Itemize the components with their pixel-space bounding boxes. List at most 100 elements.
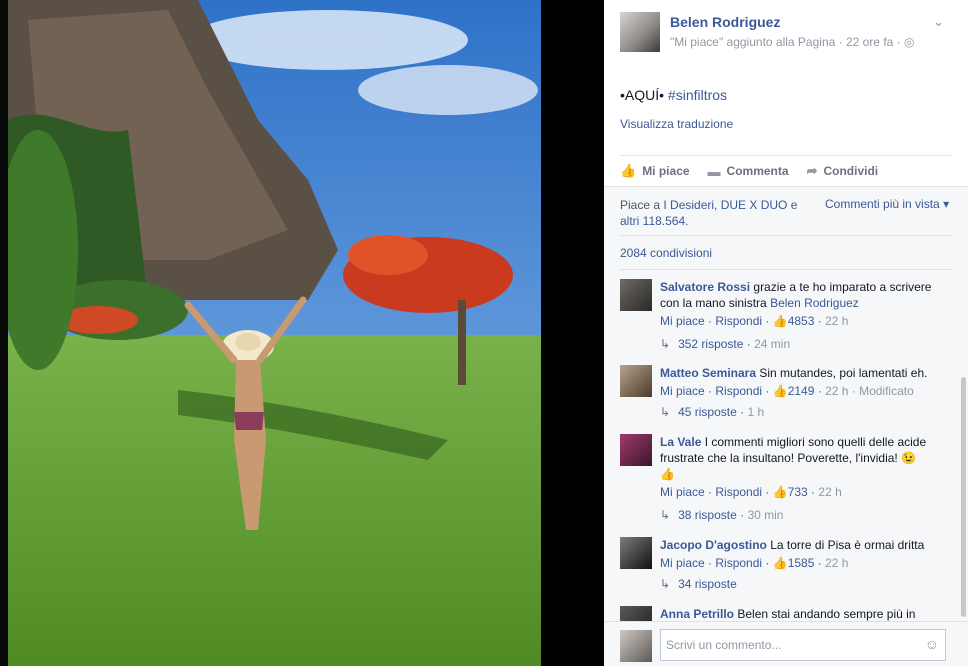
replies-link[interactable]: ↳ 352 risposte · 24 min [660,337,790,351]
comment-body: Anna Petrillo Belen stai andando sempre … [660,606,952,622]
thumbs-up-icon: 👍 [772,384,788,398]
comment-button[interactable]: ▬ Commenta [708,164,789,179]
commenter-avatar[interactable] [620,434,652,466]
reply-arrow-icon: ↳ [660,577,671,591]
current-user-avatar [620,630,652,662]
speech-bubble-icon: ▬ [707,163,721,179]
comment-like-count[interactable]: 1585 [788,556,815,570]
comment-like-button[interactable]: Mi piace [660,314,705,328]
thumbs-up-icon: 👍 [620,163,637,178]
comment-input[interactable]: Scrivi un commento... ☺ [660,629,946,661]
comment-item: Jacopo D'agostino La torre di Pisa è orm… [620,537,952,597]
comment-time: 22 h · Modificato [825,384,914,398]
comment-time: 22 h [825,556,849,570]
reply-arrow-icon: ↳ [660,337,671,351]
winking-emoji-icon: 😉 [901,451,917,465]
caret-down-icon: ▾ [943,197,950,211]
replies-count[interactable]: 45 risposte [678,405,737,419]
commenter-avatar[interactable] [620,537,652,569]
comment-body: Salvatore Rossi grazie a te ho imparato … [660,279,952,329]
chevron-down-icon[interactable]: ⌄ [933,14,944,30]
photo-viewer-gap [541,0,604,666]
comment-reply-button[interactable]: Rispondi [715,314,762,328]
shares-link[interactable]: 2084 condivisioni [620,246,712,260]
commenter-avatar[interactable] [620,365,652,397]
comment-like-count[interactable]: 733 [788,485,808,499]
comment-text: Sin mutandes, poi lamentati eh. [759,366,928,380]
comment-body: Matteo Seminara Sin mutandes, poi lament… [660,365,952,399]
see-translation-link[interactable]: Visualizza traduzione [620,117,733,131]
post-actions: 👍 Mi piace ▬ Commenta ➦ Condividi [620,155,952,186]
likes-prefix: Piace a [620,198,664,212]
comment-like-button[interactable]: Mi piace [660,556,705,570]
commenter-name[interactable]: Salvatore Rossi [660,280,750,294]
post-text: •AQUÍ• #sinfiltros [620,87,727,103]
commenter-name[interactable]: Matteo Seminara [660,366,756,380]
comment-time: 22 h [818,485,842,499]
commenter-name[interactable]: Anna Petrillo [660,607,734,621]
comment-reply-button[interactable]: Rispondi [715,556,762,570]
thumbs-up-emoji-icon: 👍 [660,467,675,481]
replies-time: 30 min [747,508,784,522]
replies-count[interactable]: 352 risposte [678,337,743,351]
liker-link[interactable]: I Desideri [663,198,714,212]
thumbs-up-icon: 👍 [772,556,788,570]
thumbs-up-icon: 👍 [772,314,788,328]
comment-label: Commenta [726,164,789,178]
replies-count[interactable]: 38 risposte [678,508,737,522]
comment-input-placeholder: Scrivi un commento... [666,638,782,652]
liker-link[interactable]: DUE X DUO [721,198,788,212]
comment-body: Jacopo D'agostino La torre di Pisa è orm… [660,537,952,571]
comment-item: La Vale I commenti migliori sono quelli … [620,434,952,524]
author-name[interactable]: Belen Rodriguez [670,14,780,30]
post-header: Belen Rodriguez "Mi piace" aggiunto alla… [620,12,958,56]
smiley-icon[interactable]: ☺ [925,636,939,652]
post-meta-text: "Mi piace" aggiunto alla Pagina · 22 ore… [670,35,901,49]
comment-text: Belen stai andando sempre più in [737,607,916,621]
divider [620,235,952,236]
likes-summary: Piace a I Desideri, DUE X DUO e altri 11… [620,197,810,229]
post-meta: "Mi piace" aggiunto alla Pagina · 22 ore… [670,35,914,49]
comment-order-dropdown[interactable]: Commenti più in vista ▾ [825,197,949,211]
commenter-name[interactable]: Jacopo D'agostino [660,538,767,552]
replies-time: 24 min [754,337,791,351]
thumbs-up-icon: 👍 [772,485,788,499]
hashtag-link[interactable]: #sinfiltros [668,87,727,103]
share-button[interactable]: ➦ Condividi [807,163,879,179]
comment-reply-button[interactable]: Rispondi [715,485,762,499]
commenter-name[interactable]: La Vale [660,435,701,449]
post-photo[interactable] [0,0,541,666]
like-button[interactable]: 👍 Mi piace [620,163,690,179]
comment-like-button[interactable]: Mi piace [660,384,705,398]
comment-time: 22 h [825,314,849,328]
share-arrow-icon: ➦ [806,163,818,178]
comment-item: Salvatore Rossi grazie a te ho imparato … [620,279,952,359]
comment-body: La Vale I commenti migliori sono quelli … [660,434,952,500]
likes-comma: , [714,198,721,212]
replies-count[interactable]: 34 risposte [678,577,737,591]
comment-meta: Mi piace · Rispondi · 👍2149 · 22 h · Mod… [660,384,914,398]
commenter-avatar[interactable] [620,279,652,311]
comment-composer: Scrivi un commento... ☺ [604,621,968,666]
beach-landscape-photo [8,0,541,666]
replies-link[interactable]: ↳ 34 risposte [660,577,737,591]
comment-meta: Mi piace · Rispondi · 👍4853 · 22 h [660,314,849,328]
likes-period: . [685,214,689,228]
comments-area: Piace a I Desideri, DUE X DUO e altri 11… [604,186,968,666]
replies-time: 1 h [747,405,765,419]
comment-reply-button[interactable]: Rispondi [715,384,762,398]
divider [620,269,952,270]
post-text-body: •AQUÍ• [620,87,668,103]
like-label: Mi piace [642,164,690,178]
replies-link[interactable]: ↳ 45 risposte · 1 h [660,405,764,419]
replies-link[interactable]: ↳ 38 risposte · 30 min [660,508,783,522]
comment-like-button[interactable]: Mi piace [660,485,705,499]
comment-like-count[interactable]: 2149 [788,384,815,398]
others-link[interactable]: altri 118.564 [620,214,685,228]
comment-like-count[interactable]: 4853 [788,314,815,328]
comments-scrollbar[interactable] [961,377,966,617]
author-avatar[interactable] [620,12,660,52]
tagged-link[interactable]: Belen Rodriguez [770,296,859,310]
comment-meta: Mi piace · Rispondi · 👍1585 · 22 h [660,556,849,570]
comment-meta: Mi piace · Rispondi · 👍733 · 22 h [660,485,842,499]
